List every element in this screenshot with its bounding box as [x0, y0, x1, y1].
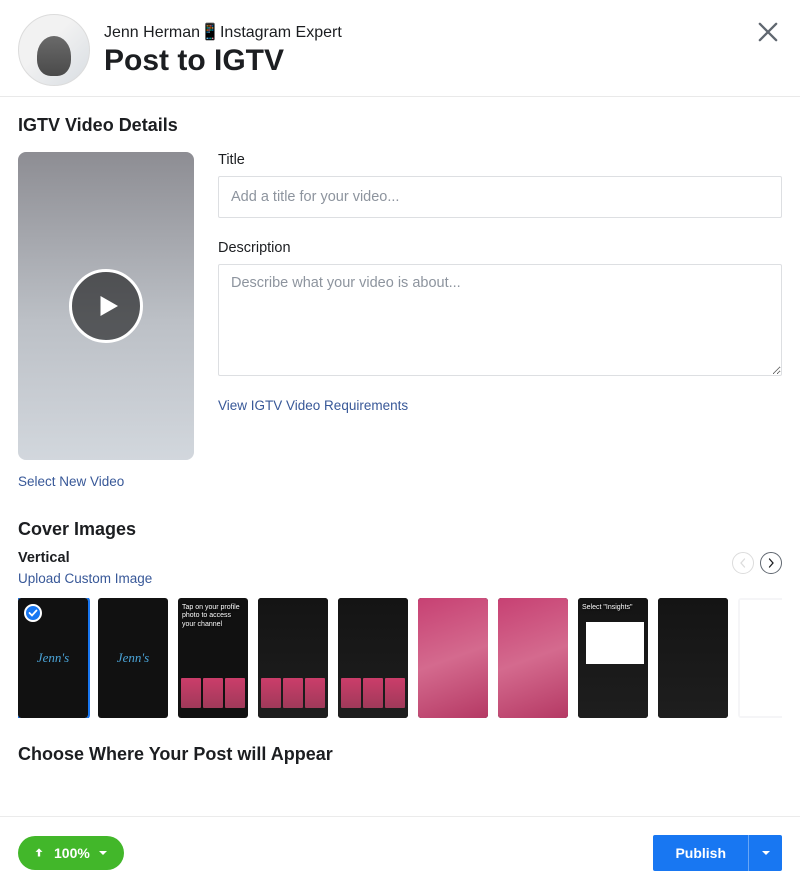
orientation-label: Vertical	[18, 550, 152, 566]
upload-percent: 100%	[54, 845, 90, 861]
title-label: Title	[218, 152, 782, 168]
cover-thumbnail[interactable]: Tap on your profile photo to access your…	[178, 598, 248, 718]
description-label: Description	[218, 240, 782, 256]
title-input[interactable]	[218, 176, 782, 218]
dialog-footer: 100% Publish	[0, 816, 800, 891]
appear-section-title: Choose Where Your Post will Appear	[18, 744, 782, 765]
thumbnail-caption: Select "Insights"	[582, 604, 644, 612]
header-titles: Jenn Herman📱Instagram Expert Post to IGT…	[104, 22, 342, 78]
upload-custom-image-link[interactable]: Upload Custom Image	[18, 571, 152, 586]
close-icon	[754, 18, 782, 46]
cover-header-left: Cover Images Vertical Upload Custom Imag…	[18, 519, 152, 588]
description-input[interactable]	[218, 264, 782, 376]
chevron-left-icon	[738, 558, 748, 568]
close-button[interactable]	[754, 18, 782, 46]
cover-header: Cover Images Vertical Upload Custom Imag…	[18, 519, 782, 588]
cover-thumbnail[interactable]: Select "Insights"	[578, 598, 648, 718]
thumbnail-caption: Tap on your profile photo to access your…	[182, 604, 244, 629]
video-preview[interactable]	[18, 152, 194, 460]
caret-down-icon	[98, 848, 108, 858]
thumbnail-logo-text: Jenn's	[117, 650, 149, 666]
user-name: Jenn Herman📱Instagram Expert	[104, 22, 342, 42]
caret-down-icon	[761, 848, 771, 858]
cover-thumbnail[interactable]	[738, 598, 782, 718]
play-button[interactable]	[69, 269, 143, 343]
cover-thumbnail[interactable]	[498, 598, 568, 718]
cover-thumbnail[interactable]	[658, 598, 728, 718]
dialog-body[interactable]: IGTV Video Details Select New Video Titl…	[0, 97, 800, 816]
details-row: Select New Video Title Description View …	[18, 152, 782, 491]
cover-next-button[interactable]	[760, 552, 782, 574]
publish-button[interactable]: Publish	[653, 835, 748, 871]
publish-button-group: Publish	[653, 835, 782, 871]
video-column: Select New Video	[18, 152, 194, 491]
cover-thumbnail[interactable]: Jenn's	[18, 598, 88, 718]
selected-check-icon	[24, 604, 42, 622]
publish-dropdown-button[interactable]	[748, 835, 782, 871]
details-section-title: IGTV Video Details	[18, 115, 782, 136]
profile-avatar	[18, 14, 90, 86]
cover-thumbnail[interactable]	[258, 598, 328, 718]
dialog-title: Post to IGTV	[104, 44, 342, 78]
chevron-right-icon	[766, 558, 776, 568]
cover-scroll-arrows	[732, 552, 782, 588]
cover-thumbnail[interactable]: Jenn's	[98, 598, 168, 718]
play-icon	[93, 291, 123, 321]
dialog-header: Jenn Herman📱Instagram Expert Post to IGT…	[0, 0, 800, 97]
cover-thumbnail[interactable]	[418, 598, 488, 718]
select-new-video-link[interactable]: Select New Video	[18, 474, 124, 489]
thumbnail-logo-text: Jenn's	[37, 650, 69, 666]
cover-section-title: Cover Images	[18, 519, 152, 540]
cover-prev-button[interactable]	[732, 552, 754, 574]
post-to-igtv-dialog: Jenn Herman📱Instagram Expert Post to IGT…	[0, 0, 800, 891]
fields-column: Title Description View IGTV Video Requir…	[218, 152, 782, 491]
cover-thumbnail[interactable]	[338, 598, 408, 718]
upload-icon	[32, 846, 46, 860]
cover-thumbnails: Jenn's Jenn's Tap on your profile photo to…	[18, 598, 782, 718]
requirements-link[interactable]: View IGTV Video Requirements	[218, 398, 408, 413]
upload-status-pill[interactable]: 100%	[18, 836, 124, 870]
